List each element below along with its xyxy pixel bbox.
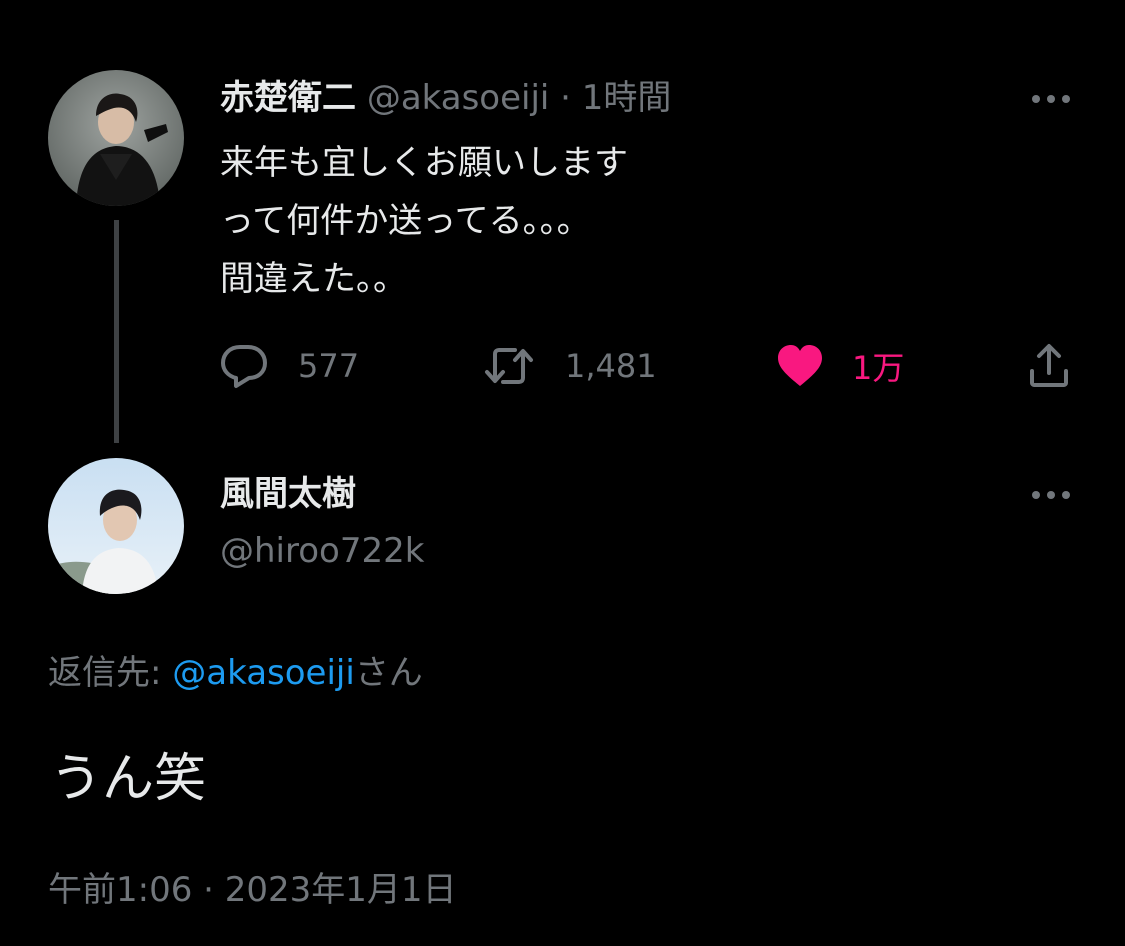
retweet-count: 1,481 — [565, 347, 657, 385]
avatar-image — [48, 458, 184, 594]
tweet1-header: 赤楚衛二 @akasoeiji · 1時間 — [220, 78, 671, 118]
tweet1-relative-time[interactable]: 1時間 — [582, 78, 672, 118]
retweet-button[interactable]: 1,481 — [483, 342, 657, 390]
tweet2-author-name[interactable]: 風間太樹 — [220, 474, 356, 514]
reply-to-suffix: さん — [354, 653, 423, 693]
tweet2-text: うん笑 — [50, 749, 207, 809]
retweet-icon — [485, 348, 533, 384]
tweet1-author-handle[interactable]: @akasoeiji — [367, 78, 550, 118]
share-icon — [1030, 344, 1068, 387]
reply-mention-link[interactable]: @akasoeiji — [172, 653, 355, 693]
tweet1-text-line: って何件か送ってる。。。 — [220, 201, 591, 241]
avatar-image — [48, 70, 184, 206]
like-count: 1万 — [852, 349, 905, 387]
avatar-hiroo722k[interactable] — [48, 458, 184, 594]
reply-button[interactable]: 577 — [220, 342, 359, 390]
reply-context: 返信先: @akasoeijiさん — [48, 652, 423, 694]
tweet1-dot-separator: · — [560, 78, 571, 118]
more-icon[interactable] — [1030, 91, 1074, 105]
share-button[interactable] — [1026, 342, 1072, 390]
tweet1-text-line: 来年も宜しくお願いします — [220, 143, 628, 183]
heart-icon — [778, 345, 822, 386]
more-icon[interactable] — [1030, 487, 1074, 501]
tweet2-author-handle[interactable]: @hiroo722k — [220, 530, 424, 572]
reply-icon — [221, 345, 267, 388]
like-button[interactable]: 1万 — [776, 342, 904, 390]
tweet2-timestamp[interactable]: 午前1:06 · 2023年1月1日 — [48, 868, 457, 912]
tweet1-text: 来年も宜しくお願いします って何件か送ってる。。。 間違えた。。 — [220, 134, 628, 308]
tweet1-text-line: 間違えた。。 — [220, 259, 407, 299]
avatar-akasoeiji[interactable] — [48, 70, 184, 206]
reply-to-label: 返信先: — [48, 653, 173, 693]
thread-connector-line — [114, 220, 119, 443]
reply-count: 577 — [298, 347, 360, 385]
tweet1-author-name[interactable]: 赤楚衛二 — [220, 78, 356, 118]
